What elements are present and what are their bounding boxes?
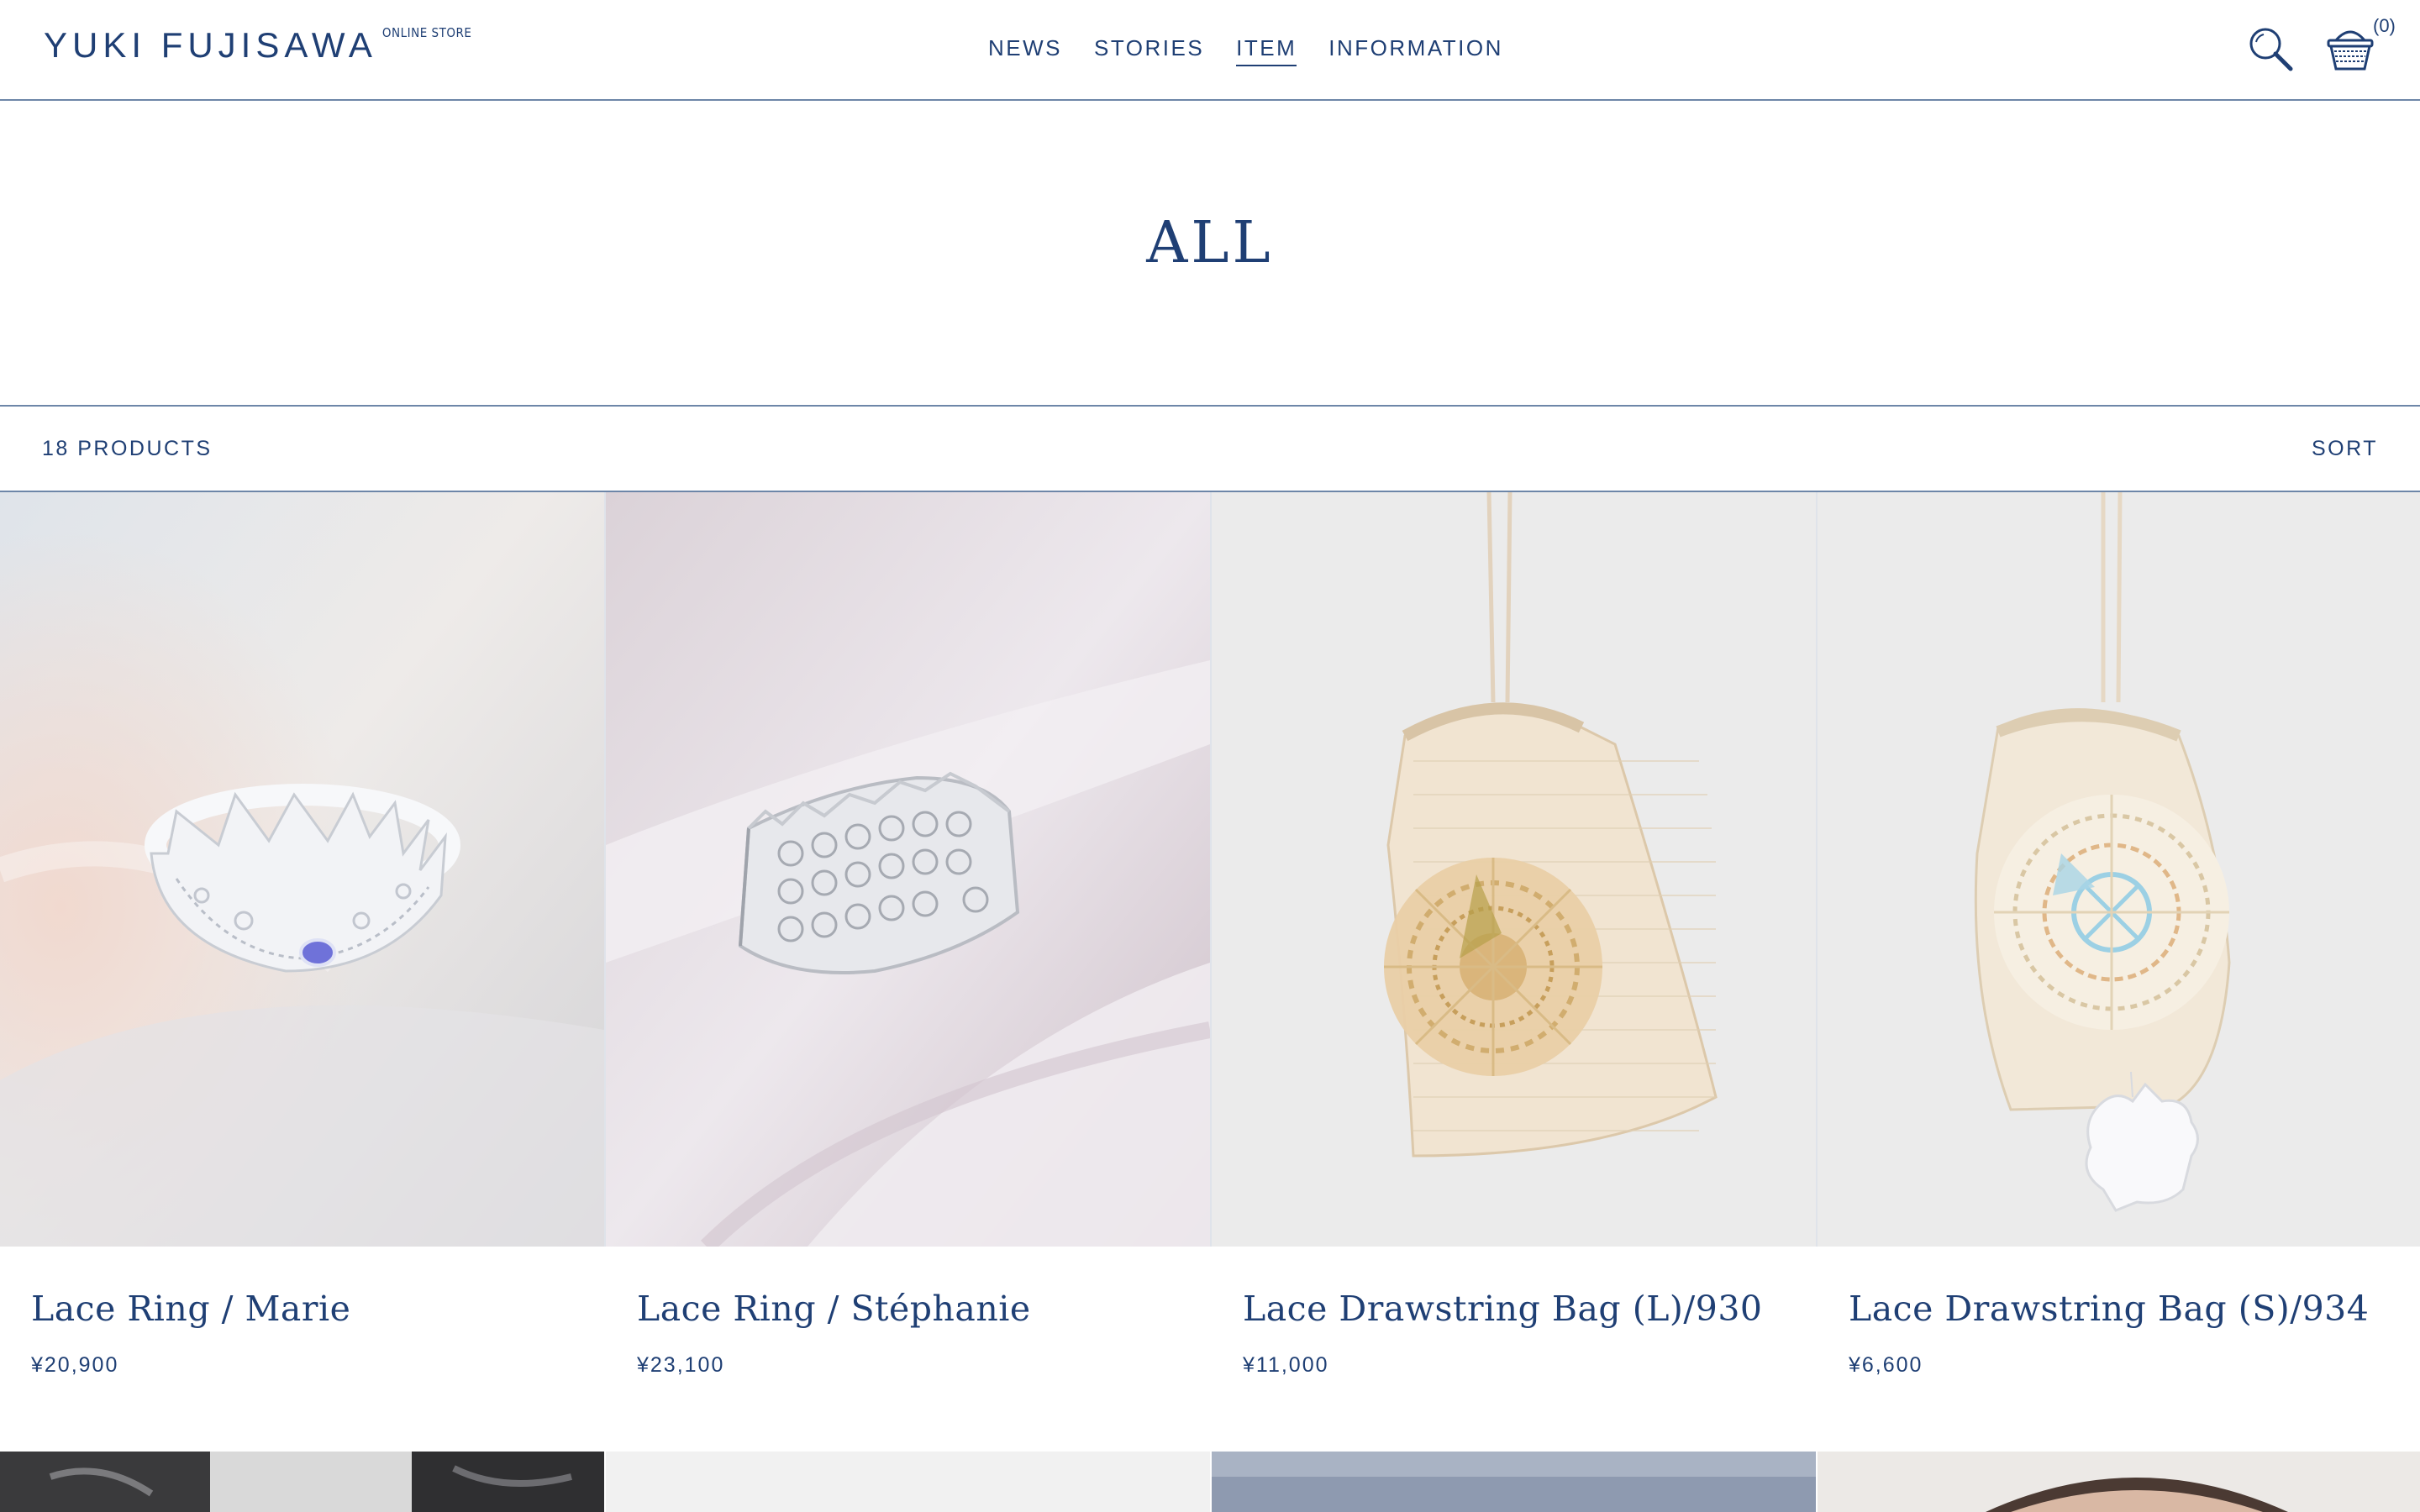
- product-grid-next-row: [0, 1452, 2420, 1512]
- product-card[interactable]: Lace Drawstring Bag (L)/930 ¥11,000: [1212, 492, 1816, 1512]
- brand-name[interactable]: YUKI FUJISAWA: [44, 25, 377, 66]
- product-name[interactable]: Lace Drawstring Bag (L)/930: [1243, 1289, 1763, 1329]
- product-count: 18 PRODUCTS: [42, 437, 213, 460]
- brand-logo[interactable]: YUKI FUJISAWA ONLINE STORE: [44, 25, 471, 66]
- product-image[interactable]: [0, 492, 604, 1247]
- product-image[interactable]: [606, 1452, 1210, 1512]
- nav-stories[interactable]: STORIES: [1094, 35, 1204, 66]
- brand-subtitle: ONLINE STORE: [381, 25, 472, 40]
- cart-count[interactable]: (0): [2373, 15, 2396, 37]
- nav-information[interactable]: INFORMATION: [1328, 35, 1503, 66]
- product-name[interactable]: Lace Ring / Marie: [31, 1289, 350, 1329]
- product-card[interactable]: Lace Ring / Stéphanie ¥23,100: [606, 492, 1210, 1512]
- nav-news[interactable]: NEWS: [988, 35, 1062, 66]
- product-name[interactable]: Lace Ring / Stéphanie: [637, 1289, 1031, 1329]
- product-name[interactable]: Lace Drawstring Bag (S)/934: [1849, 1289, 2369, 1329]
- product-image[interactable]: [1818, 1452, 2420, 1512]
- sort-button[interactable]: SORT: [2312, 437, 2378, 461]
- product-image[interactable]: [1212, 1452, 1816, 1512]
- listing-toolbar: 18 PRODUCTS SORT: [0, 405, 2420, 492]
- product-image[interactable]: [1212, 492, 1816, 1247]
- column-divider: [604, 492, 606, 1247]
- basket-icon[interactable]: [2324, 22, 2376, 74]
- column-divider: [1210, 492, 1212, 1247]
- product-price: ¥23,100: [637, 1353, 725, 1377]
- site-header: YUKI FUJISAWA ONLINE STORE NEWS STORIES …: [0, 0, 2420, 101]
- main-nav: NEWS STORIES ITEM INFORMATION: [988, 35, 1503, 66]
- product-card[interactable]: Lace Ring / Marie ¥20,900: [0, 492, 604, 1512]
- search-icon[interactable]: [2245, 24, 2296, 74]
- product-price: ¥20,900: [31, 1353, 119, 1377]
- column-divider: [1816, 492, 1818, 1247]
- nav-item[interactable]: ITEM: [1236, 35, 1297, 66]
- page-title: ALL: [1146, 210, 1274, 276]
- product-image[interactable]: [606, 492, 1210, 1247]
- product-card[interactable]: Lace Drawstring Bag (S)/934 ¥6,600: [1818, 492, 2420, 1512]
- product-image[interactable]: [0, 1452, 604, 1512]
- product-price: ¥6,600: [1849, 1353, 1923, 1377]
- product-image[interactable]: [1818, 492, 2420, 1247]
- product-price: ¥11,000: [1243, 1353, 1329, 1377]
